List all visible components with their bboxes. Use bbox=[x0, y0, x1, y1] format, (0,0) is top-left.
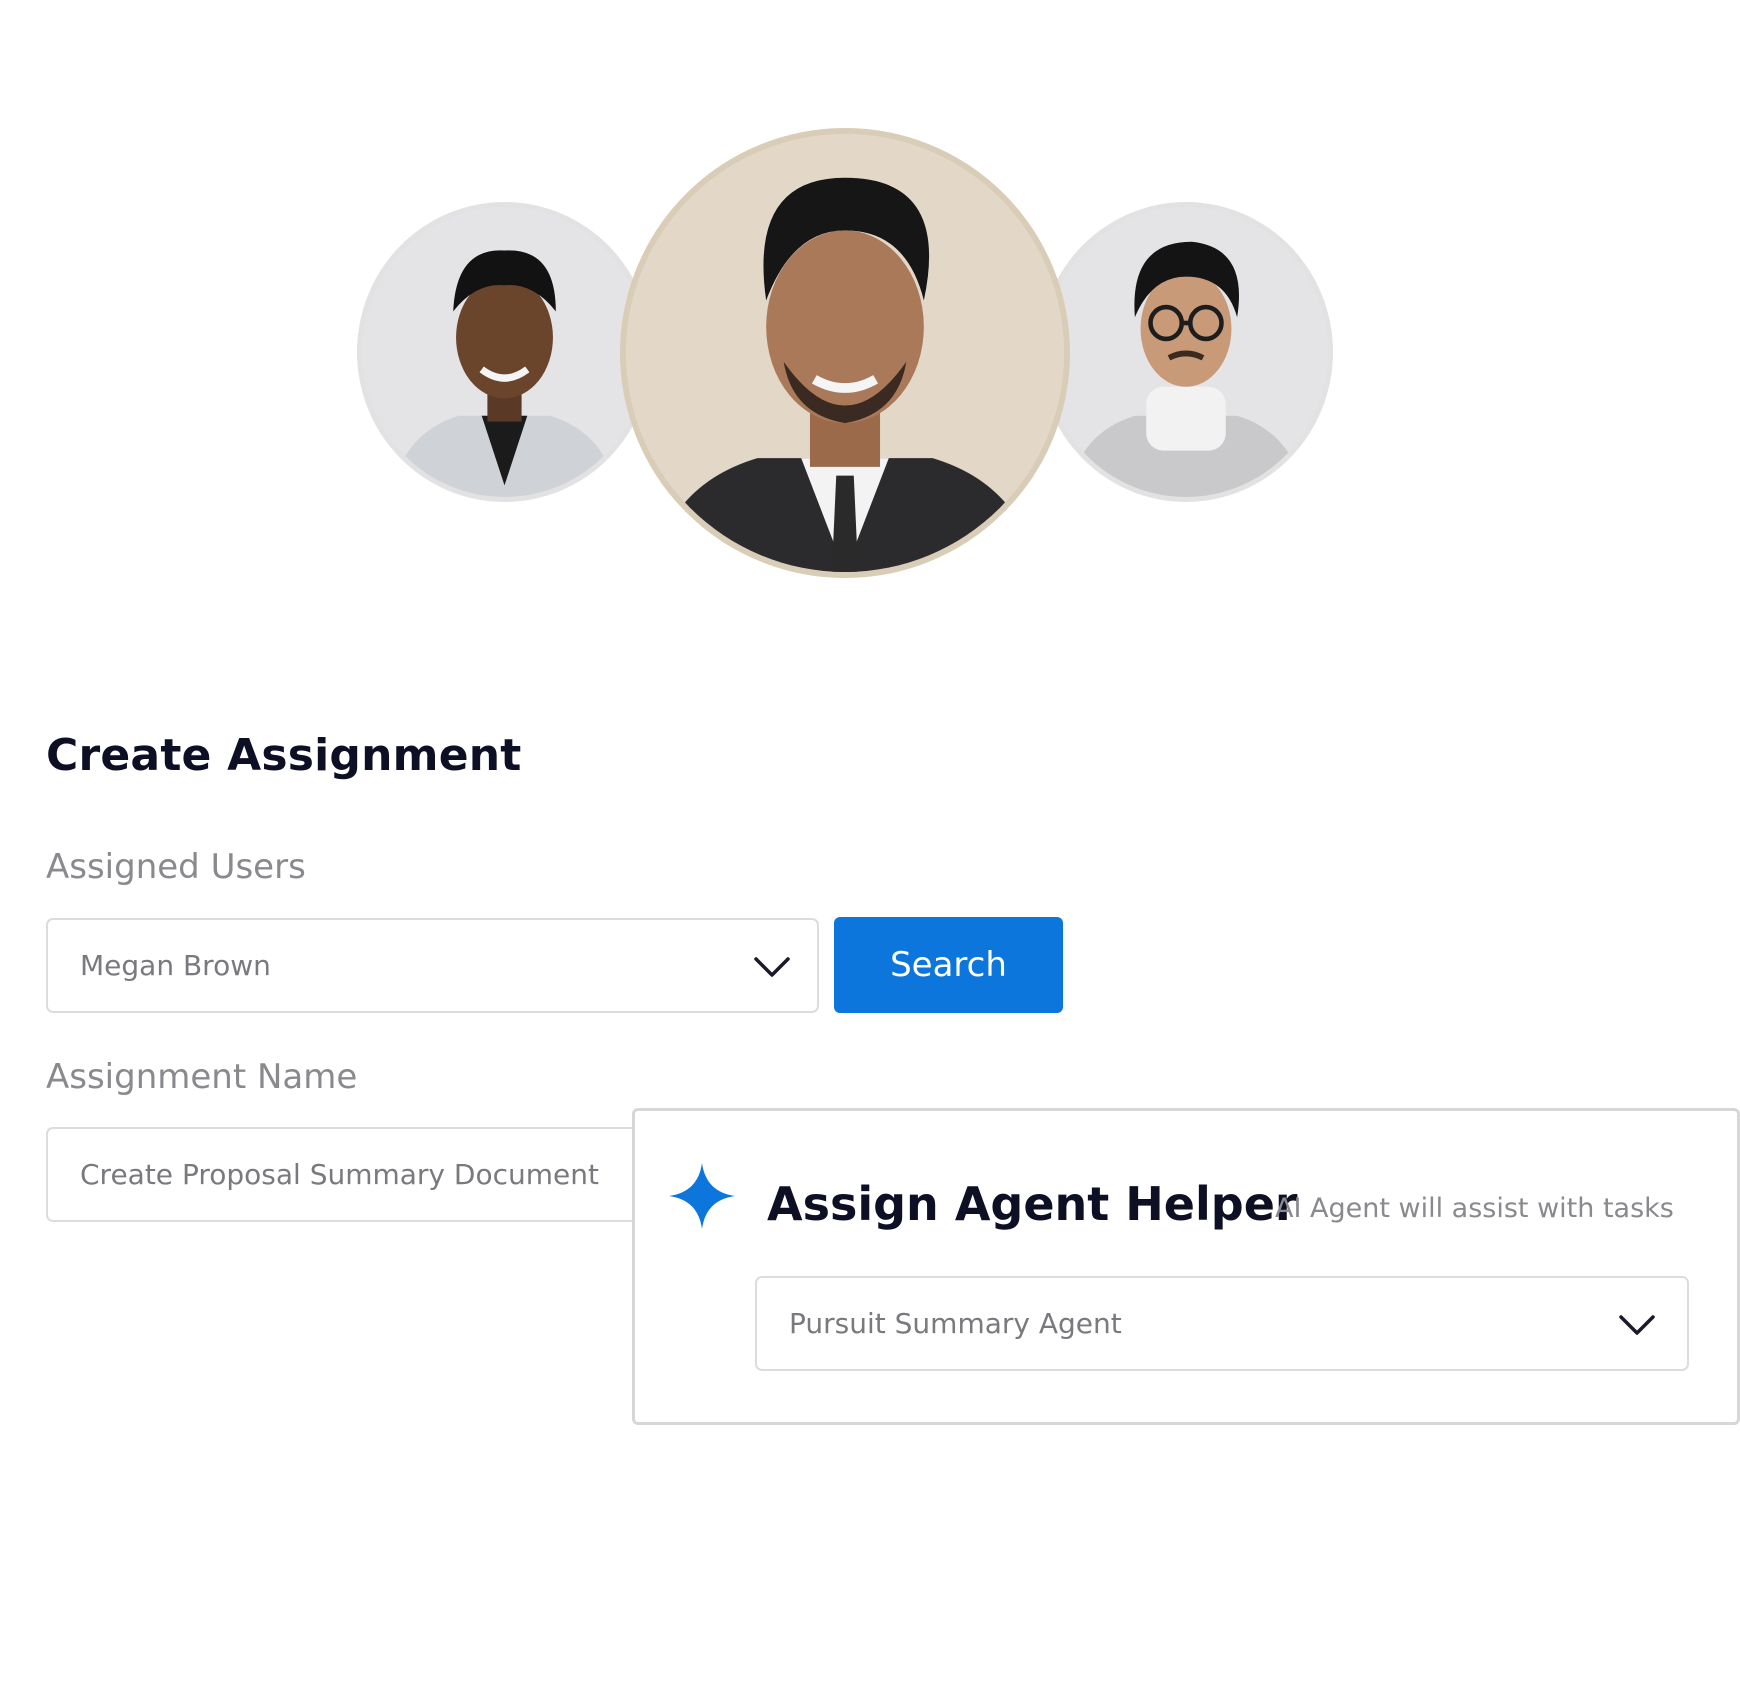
chevron-down-icon bbox=[754, 957, 790, 977]
assigned-users-select[interactable]: Megan Brown bbox=[46, 918, 819, 1013]
woman-avatar bbox=[357, 202, 652, 502]
agent-value: Pursuit Summary Agent bbox=[789, 1307, 1122, 1340]
agent-helper-card: Assign Agent Helper AI Agent will assist… bbox=[632, 1108, 1740, 1425]
assigned-users-value: Megan Brown bbox=[80, 949, 271, 982]
assignment-name-input[interactable]: Create Proposal Summary Document bbox=[46, 1127, 686, 1222]
chevron-down-icon bbox=[1619, 1315, 1655, 1335]
agent-select[interactable]: Pursuit Summary Agent bbox=[755, 1276, 1689, 1371]
agent-helper-subtitle: AI Agent will assist with tasks bbox=[1275, 1193, 1674, 1224]
assigned-users-label: Assigned Users bbox=[46, 847, 306, 887]
agent-helper-title: Assign Agent Helper bbox=[767, 1177, 1298, 1231]
man-glasses-avatar bbox=[1039, 202, 1333, 502]
assignment-name-label: Assignment Name bbox=[46, 1057, 358, 1097]
assignment-name-value: Create Proposal Summary Document bbox=[80, 1158, 599, 1191]
sparkle-icon bbox=[669, 1163, 735, 1229]
page-title: Create Assignment bbox=[46, 730, 522, 781]
man-avatar-center bbox=[620, 128, 1070, 578]
search-button[interactable]: Search bbox=[834, 917, 1063, 1013]
